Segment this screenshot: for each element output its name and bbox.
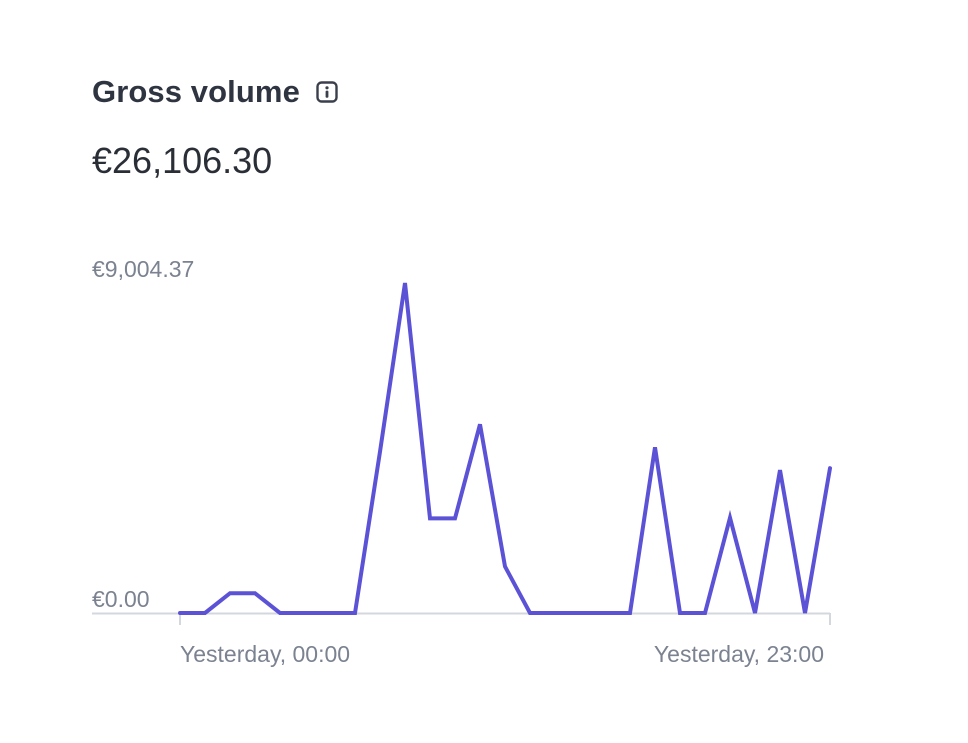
chart-labels: €9,004.37 €0.00 Yesterday, 00:00 Yesterday,… bbox=[92, 256, 824, 667]
y-axis-min-label: €0.00 bbox=[92, 586, 150, 612]
gross-volume-card: Gross volume €26,106.30 €9,004.37 €0.00 Ye… bbox=[0, 0, 968, 743]
y-axis-max-label: €9,004.37 bbox=[92, 256, 194, 282]
series-line bbox=[178, 282, 832, 615]
x-axis-end-label: Yesterday, 23:00 bbox=[654, 641, 824, 667]
gross-volume-chart: €9,004.37 €0.00 Yesterday, 00:00 Yesterday,… bbox=[92, 256, 832, 667]
chart-series bbox=[178, 282, 832, 615]
x-axis-start-label: Yesterday, 00:00 bbox=[180, 641, 350, 667]
